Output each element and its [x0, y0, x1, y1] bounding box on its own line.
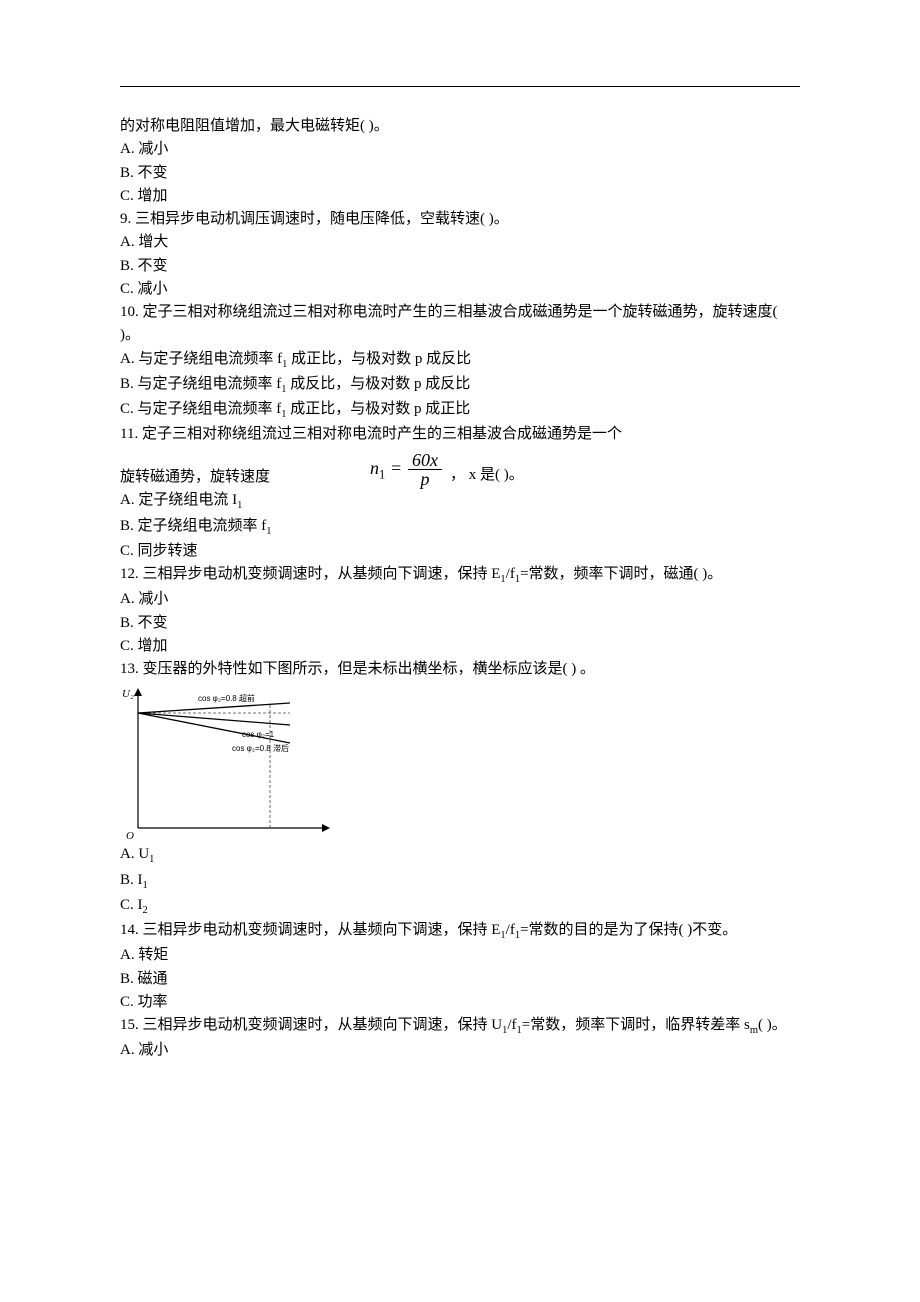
q13-series3-label: cos φ₂=0.8 滞后	[232, 743, 289, 753]
q15-pre: 15. 三相异步电动机变频调速时，从基频向下调速，保持 U	[120, 1017, 502, 1033]
q12-option-c: C. 增加	[120, 635, 800, 658]
q13-option-c: C. I2	[120, 894, 800, 919]
q11-formula-row: 旋转磁通势，旋转速度 n1 = 60x p ， x 是( )。	[120, 447, 800, 490]
q14-option-a: A. 转矩	[120, 944, 800, 967]
q13-stem: 13. 变压器的外特性如下图所示，但是未标出横坐标，横坐标应该是( ) 。	[120, 658, 800, 681]
q11-b-pre: B. 定子绕组电流频率 f	[120, 518, 266, 534]
q15-option-a: A. 减小	[120, 1039, 800, 1062]
q11-den: p	[416, 470, 433, 489]
q13-yaxis-label: U₂	[122, 688, 134, 700]
q12-stem: 12. 三相异步电动机变频调速时，从基频向下调速，保持 E1/f1=常数，频率下…	[120, 563, 800, 588]
q13-series2-label: cos φ₂=1	[242, 730, 275, 739]
q10-c-post: 成正比，与极对数 p 成正比	[287, 401, 471, 417]
top-rule	[120, 86, 800, 87]
q9-option-a: A. 增大	[120, 231, 800, 254]
q13-a-sub: 1	[149, 854, 154, 865]
q13-a-pre: A. U	[120, 846, 149, 862]
q14-option-b: B. 磁通	[120, 968, 800, 991]
q15-stem: 15. 三相异步电动机变频调速时，从基频向下调速，保持 U1/f1=常数，频率下…	[120, 1014, 800, 1039]
q13-series1-label: cos φ₂=0.8 超前	[198, 693, 255, 703]
q13-chart: U₂ O cos φ₂=0.8 超前 cos φ₂=1 cos φ₂=0.8 滞…	[120, 683, 800, 843]
q15-sub3: m	[750, 1025, 758, 1036]
q11-eq: =	[385, 458, 402, 478]
q12-option-a: A. 减小	[120, 588, 800, 611]
q12-post: =常数，频率下调时，磁通( )。	[520, 566, 722, 582]
q8-option-b: B. 不变	[120, 162, 800, 185]
q15-end: ( )。	[758, 1017, 787, 1033]
q13-option-a: A. U1	[120, 843, 800, 868]
q10-b-post: 成反比，与极对数 p 成反比	[287, 376, 471, 392]
q11-lead: 旋转磁通势，旋转速度	[120, 466, 270, 489]
q14-pre: 14. 三相异步电动机变频调速时，从基频向下调速，保持 E	[120, 922, 500, 938]
q11-b-sub: 1	[266, 526, 271, 537]
q10-option-c: C. 与定子绕组电流频率 f1 成正比，与极对数 p 成正比	[120, 398, 800, 423]
q11-option-c: C. 同步转速	[120, 540, 800, 563]
q13-option-b: B. I1	[120, 869, 800, 894]
q12-pre: 12. 三相异步电动机变频调速时，从基频向下调速，保持 E	[120, 566, 500, 582]
q11-option-b: B. 定子绕组电流频率 f1	[120, 515, 800, 540]
q13-b-sub: 1	[143, 880, 148, 891]
q11-tail: ， x 是( )。	[442, 464, 524, 489]
q10-a-pre: A. 与定子绕组电流频率 f	[120, 351, 282, 367]
q15-post: =常数，频率下调时，临界转差率 s	[522, 1017, 750, 1033]
q11-num: 60x	[408, 451, 442, 471]
q10-option-b: B. 与定子绕组电流频率 f1 成反比，与极对数 p 成反比	[120, 373, 800, 398]
q14-option-c: C. 功率	[120, 991, 800, 1014]
q10-option-a: A. 与定子绕组电流频率 f1 成正比，与极对数 p 成反比	[120, 348, 800, 373]
q11-lhs: n	[370, 458, 379, 478]
q9-stem: 9. 三相异步电动机调压调速时，随电压降低，空载转速( )。	[120, 208, 800, 231]
q8-option-c: C. 增加	[120, 185, 800, 208]
q10-a-post: 成正比，与极对数 p 成反比	[287, 351, 471, 367]
q11-a-pre: A. 定子绕组电流 I	[120, 492, 237, 508]
q11-a-sub: 1	[237, 500, 242, 511]
q13-c-sub: 2	[143, 905, 148, 916]
q8-option-a: A. 减小	[120, 138, 800, 161]
q9-option-b: B. 不变	[120, 255, 800, 278]
q14-post: =常数的目的是为了保持( )不变。	[520, 922, 737, 938]
q12-option-b: B. 不变	[120, 612, 800, 635]
q15-mid: /f	[507, 1017, 516, 1033]
q11-formula: n1 = 60x p	[370, 451, 442, 490]
q13-c-pre: C. I	[120, 897, 143, 913]
q10-b-pre: B. 与定子绕组电流频率 f	[120, 376, 281, 392]
q11-stem: 11. 定子三相对称绕组流过三相对称电流时产生的三相基波合成磁通势是一个	[120, 423, 800, 446]
q13-b-pre: B. I	[120, 872, 143, 888]
q14-mid: /f	[506, 922, 515, 938]
q8-cont: 的对称电阻阻值增加，最大电磁转矩( )。	[120, 115, 800, 138]
q13-origin-label: O	[126, 830, 134, 842]
page: 的对称电阻阻值增加，最大电磁转矩( )。 A. 减小 B. 不变 C. 增加 9…	[0, 0, 920, 1302]
q10-stem: 10. 定子三相对称绕组流过三相对称电流时产生的三相基波合成磁通势是一个旋转磁通…	[120, 301, 800, 348]
q14-stem: 14. 三相异步电动机变频调速时，从基频向下调速，保持 E1/f1=常数的目的是…	[120, 919, 800, 944]
q10-c-pre: C. 与定子绕组电流频率 f	[120, 401, 281, 417]
q12-mid: /f	[506, 566, 515, 582]
q9-option-c: C. 减小	[120, 278, 800, 301]
q11-option-a: A. 定子绕组电流 I1	[120, 489, 800, 514]
